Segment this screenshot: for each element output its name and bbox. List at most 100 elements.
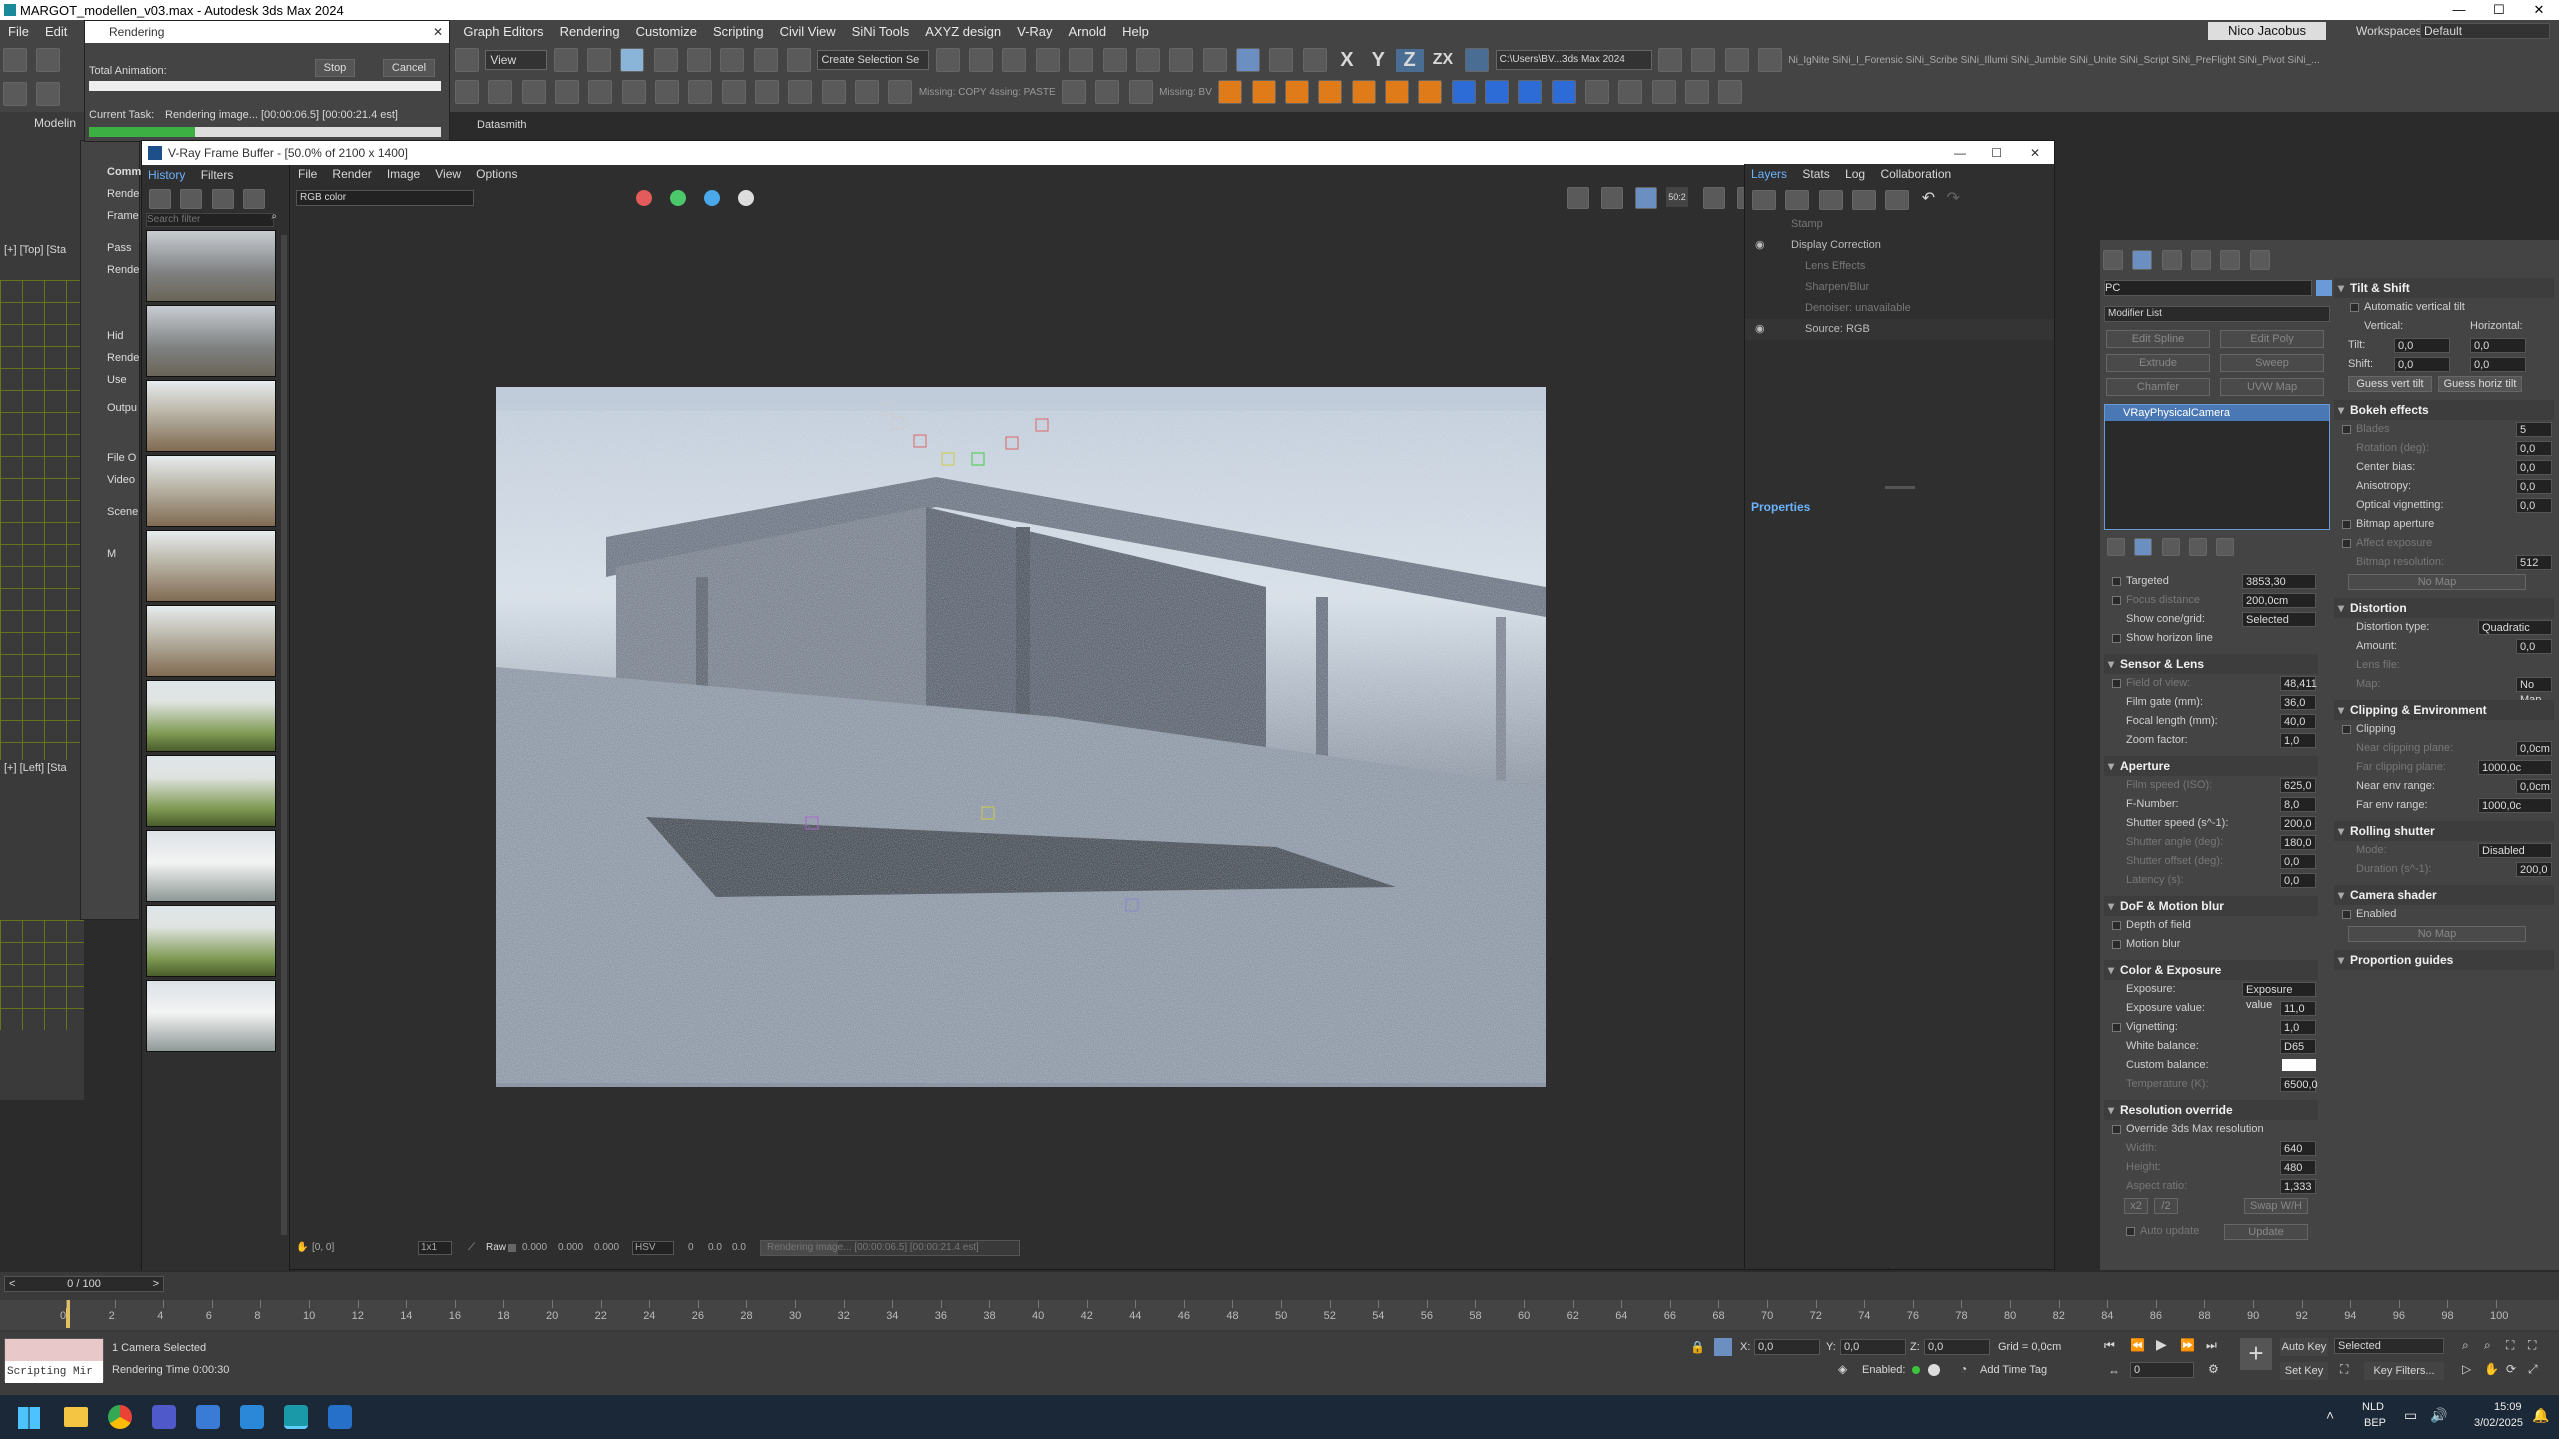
save-image-icon[interactable] — [1567, 187, 1589, 209]
layer-item[interactable]: Lens Effects — [1745, 256, 2054, 277]
bokeh-map-button[interactable]: No Map — [2348, 574, 2526, 590]
notifications-icon[interactable]: 🔔 — [2532, 1407, 2549, 1424]
rollout-header[interactable]: Camera shader — [2334, 885, 2554, 905]
delete-layer-icon[interactable] — [1785, 190, 1810, 210]
clock-time[interactable]: 15:09 — [2494, 1401, 2522, 1413]
grid-blue-icon[interactable] — [1551, 80, 1576, 104]
save-all-icon[interactable] — [1601, 187, 1623, 209]
load-layers-icon[interactable] — [1852, 190, 1877, 210]
checkbox[interactable] — [2112, 939, 2121, 949]
vfb-minimize-button[interactable]: — — [1954, 141, 1966, 165]
vfb-menu-file[interactable]: File — [292, 165, 323, 183]
checkbox[interactable] — [2112, 633, 2121, 643]
history-scrollbar[interactable] — [281, 235, 287, 1235]
enabled-green-dot[interactable] — [1912, 1366, 1920, 1374]
param-value-field[interactable]: 200,0 — [2280, 816, 2316, 831]
settings-icon[interactable] — [1685, 80, 1710, 104]
menu-rendering[interactable]: Rendering — [552, 24, 628, 39]
history-compare-icon[interactable] — [180, 189, 203, 209]
history-thumb[interactable] — [146, 755, 276, 827]
param-value-field[interactable]: 6500,0 — [2280, 1077, 2318, 1092]
menu-file[interactable]: File — [0, 24, 37, 39]
select-region-icon[interactable] — [455, 48, 479, 72]
checkbox[interactable] — [2342, 724, 2351, 734]
teams-icon[interactable] — [152, 1405, 176, 1429]
set-key-button[interactable]: Set Key — [2280, 1362, 2328, 1380]
uvw-map-button[interactable]: UVW Map — [2220, 378, 2324, 396]
key-filters-icon[interactable]: ⛶ — [2340, 1362, 2348, 1377]
fd-icon[interactable] — [1318, 80, 1343, 104]
time-slider[interactable]: < 0 / 100 > — [4, 1276, 164, 1292]
tab-layers[interactable]: Layers — [1745, 164, 1793, 184]
rollout-header[interactable]: DoF & Motion blur — [2104, 896, 2318, 916]
param-value-field[interactable]: 36,0 — [2280, 695, 2316, 710]
menu-vray[interactable]: V-Ray — [1009, 24, 1060, 39]
eye-icon[interactable]: ◉ — [1755, 319, 1765, 340]
chrome-icon[interactable] — [108, 1405, 132, 1429]
curve-editor-icon[interactable] — [1102, 48, 1127, 72]
3dsmax-taskbar-icon[interactable] — [284, 1405, 308, 1429]
modifier-list-dropdown[interactable]: Modifier List — [2104, 306, 2330, 322]
rollout-header[interactable]: Aperture — [2104, 756, 2318, 776]
layer-redo-icon[interactable]: ↷ — [1946, 190, 1959, 207]
param-value-field[interactable]: 40,0 — [2280, 714, 2316, 729]
maxscript-listener[interactable]: Scripting Mir — [4, 1338, 104, 1383]
goto-end-icon[interactable]: ⏭ — [2206, 1338, 2217, 1353]
checkbox[interactable] — [2350, 302, 2359, 312]
custom-balance-swatch[interactable] — [2282, 1059, 2316, 1071]
undo-icon[interactable] — [3, 48, 27, 72]
menu-axyz[interactable]: AXYZ design — [917, 24, 1009, 39]
param-value-field[interactable]: Selected — [2242, 612, 2316, 627]
viewport-left[interactable]: [+] [Left] [Sta — [0, 760, 84, 1100]
tab-history[interactable]: History — [142, 165, 191, 185]
tilt-horizontal-field[interactable]: 0,0 — [2470, 338, 2526, 353]
history-thumb[interactable] — [146, 455, 276, 527]
file-explorer-icon[interactable] — [64, 1407, 88, 1427]
render-setup-icon[interactable] — [1202, 48, 1227, 72]
param-value-field[interactable]: 0,0cm — [2516, 741, 2552, 756]
history-thumb[interactable] — [146, 305, 276, 377]
zoom-extents-all-icon[interactable]: ⛶ — [2528, 1338, 2536, 1353]
render-iterative-icon[interactable] — [1302, 48, 1327, 72]
zoom-icon[interactable]: ⌕ — [2462, 1338, 2469, 1353]
alpha-channel-icon[interactable] — [738, 190, 754, 206]
constraint-x-icon[interactable]: X — [1333, 49, 1361, 72]
y-field[interactable]: 0,0 — [1840, 1339, 1906, 1355]
tilt-vertical-field[interactable]: 0,0 — [2394, 338, 2450, 353]
create-tab-icon[interactable] — [2103, 250, 2123, 270]
param-value-field[interactable]: 0,0 — [2516, 460, 2552, 475]
param-value-field[interactable]: 3853,30 — [2242, 574, 2316, 589]
param-value-field[interactable]: 1,333 — [2280, 1179, 2316, 1194]
history-load-icon[interactable] — [211, 189, 234, 209]
project-path-dropdown[interactable]: C:\Users\BV...3ds Max 2024 — [1495, 50, 1652, 70]
vray-taskbar-icon[interactable] — [328, 1405, 352, 1429]
lock-selection-icon[interactable]: 🔒 — [1690, 1340, 1705, 1354]
save-layers-icon[interactable] — [1818, 190, 1843, 210]
history-thumb[interactable] — [146, 830, 276, 902]
menu-edit[interactable]: Edit — [37, 24, 75, 39]
edit-named-selection-icon[interactable] — [787, 48, 812, 72]
remove-modifier-icon[interactable] — [2189, 538, 2208, 556]
green-channel-icon[interactable] — [670, 190, 686, 206]
layer-item[interactable]: ◉ Display Correction — [1745, 235, 2054, 256]
param-value-field[interactable]: 0,0 — [2516, 498, 2552, 513]
rollout-header[interactable]: Rolling shutter — [2334, 821, 2554, 841]
sphere-icon[interactable] — [621, 80, 646, 104]
enabled-toggle[interactable] — [1928, 1364, 1940, 1376]
blue-channel-icon[interactable] — [704, 190, 720, 206]
adaptive-degradation-icon[interactable]: ◈ — [1838, 1362, 1847, 1376]
maximize-button[interactable]: ☐ — [2479, 0, 2519, 20]
rollout-header[interactable]: Bokeh effects — [2334, 400, 2554, 420]
open-project-icon[interactable] — [1657, 48, 1682, 72]
param-value-field[interactable]: 0,0 — [2516, 639, 2552, 654]
param-value-field[interactable]: 0,0cm — [2516, 779, 2552, 794]
minimize-button[interactable]: — — [2439, 0, 2479, 20]
goto-start-icon[interactable]: ⏮ — [2104, 1338, 2115, 1353]
update-button[interactable]: Update — [2224, 1224, 2308, 1240]
add-layer-icon[interactable] — [1752, 190, 1776, 210]
close-button[interactable]: ✕ — [2519, 0, 2559, 20]
auto-key-button[interactable]: Auto Key — [2280, 1338, 2328, 1356]
layers-icon[interactable] — [721, 80, 746, 104]
workspaces-dropdown[interactable]: Default — [2420, 23, 2550, 39]
vray-logo-icon[interactable] — [788, 80, 813, 104]
